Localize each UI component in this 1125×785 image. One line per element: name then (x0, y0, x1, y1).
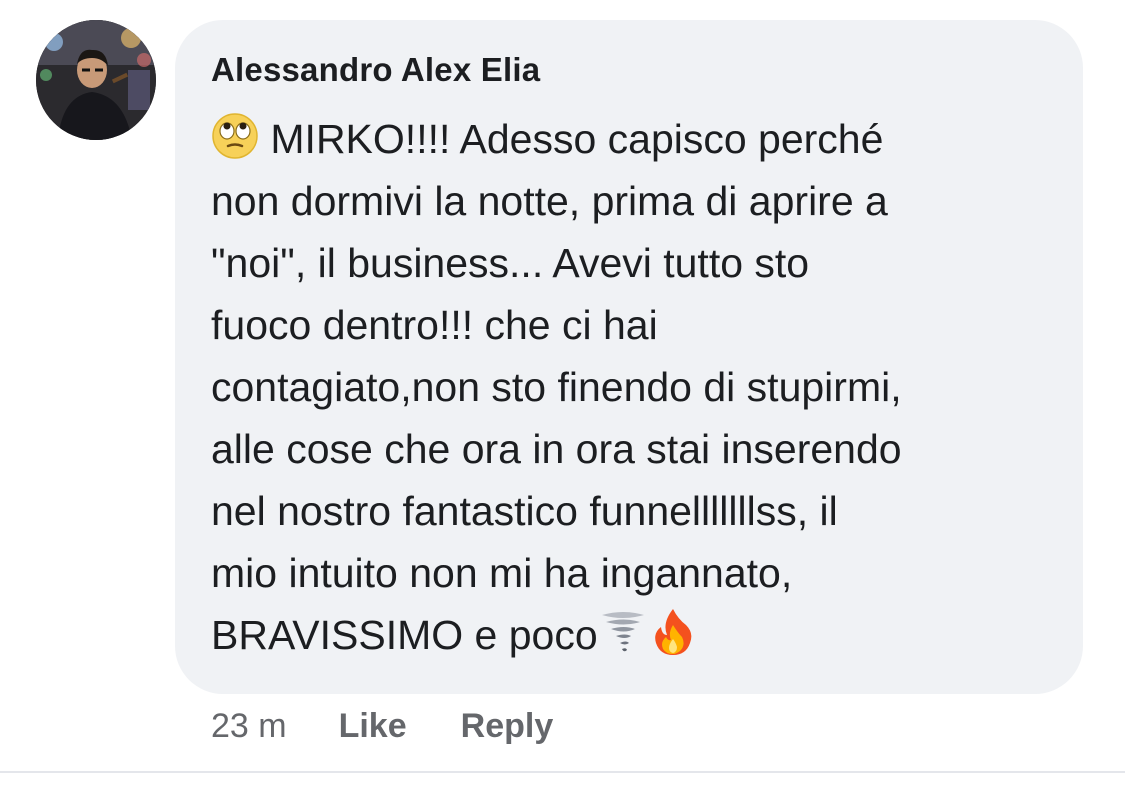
comment-text: MIRKO!!!! Adesso capisco perché non dorm… (211, 108, 1047, 666)
comment-line: mio intuito non mi ha ingannato, (211, 550, 793, 596)
comment-line: nel nostro fantastico funnelllllllss, il (211, 488, 838, 534)
fire-icon (648, 607, 698, 657)
like-button[interactable]: Like (339, 707, 407, 746)
comment-author[interactable]: Alessandro Alex Elia (211, 48, 1047, 92)
profile-photo (36, 20, 156, 140)
comment-line: non dormivi la notte, prima di aprire a (211, 178, 888, 224)
face-with-rolling-eyes-icon (211, 112, 259, 160)
comment-line: "noi", il business... Avevi tutto sto (211, 240, 810, 286)
comment-line: MIRKO!!!! Adesso capisco perché (211, 108, 1047, 170)
comment-line: alle cose che ora in ora stai inserendo (211, 426, 902, 472)
comment-timestamp[interactable]: 23 m (211, 707, 287, 746)
divider (0, 771, 1125, 773)
comment-line: BRAVISSIMO e poco (211, 604, 1047, 666)
comment-line: contagiato,non sto finendo di stupirmi, (211, 364, 902, 410)
reply-button[interactable]: Reply (461, 707, 554, 746)
comment-actions: 23 m Like Reply (211, 702, 553, 750)
tornado-icon (598, 607, 648, 657)
comment-bubble: Alessandro Alex Elia MIRKO!!!! Adesso ca… (175, 20, 1083, 694)
avatar[interactable] (36, 20, 156, 140)
comment-line: fuoco dentro!!! che ci hai (211, 302, 658, 348)
